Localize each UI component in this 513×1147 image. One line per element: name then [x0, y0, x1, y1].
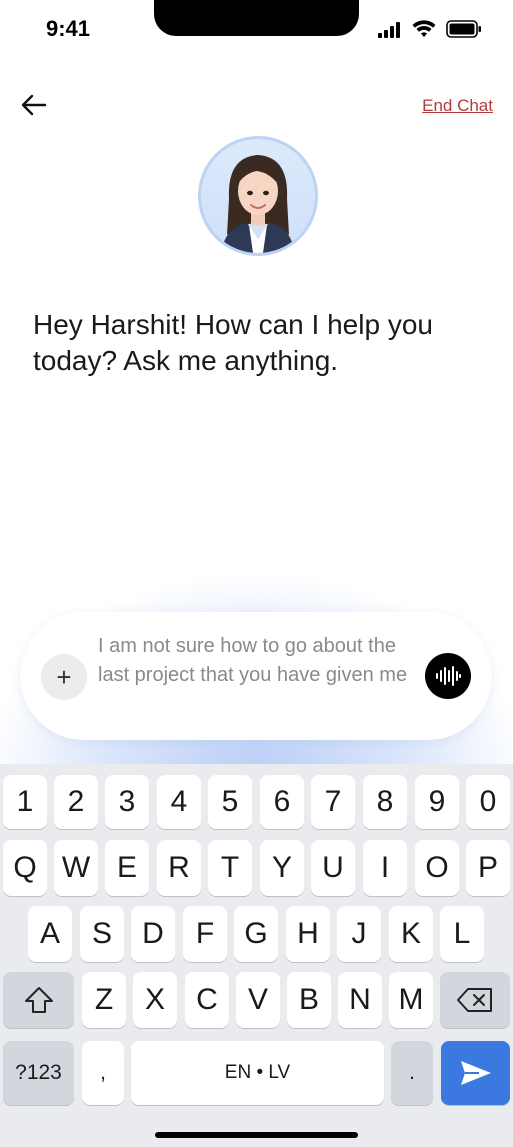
- key-z[interactable]: Z: [82, 972, 126, 1028]
- key-y[interactable]: Y: [260, 840, 304, 896]
- key-b[interactable]: B: [287, 972, 331, 1028]
- key-g[interactable]: G: [234, 906, 278, 962]
- key-q[interactable]: Q: [3, 840, 47, 896]
- key-t[interactable]: T: [208, 840, 252, 896]
- key-m[interactable]: M: [389, 972, 433, 1028]
- back-arrow-icon[interactable]: [20, 92, 48, 118]
- assistant-avatar: [198, 136, 318, 256]
- key-l[interactable]: L: [440, 906, 484, 962]
- key-8[interactable]: 8: [363, 775, 407, 829]
- key-2[interactable]: 2: [54, 775, 98, 829]
- status-bar: 9:41: [0, 0, 513, 60]
- keyboard: 1 2 3 4 5 6 7 8 9 0 Q W E R T Y U I O P …: [0, 764, 513, 1147]
- key-3[interactable]: 3: [105, 775, 149, 829]
- status-time: 9:41: [46, 16, 91, 41]
- shift-icon: [24, 987, 53, 1013]
- key-r[interactable]: R: [157, 840, 201, 896]
- battery-icon: [446, 20, 481, 38]
- comma-key[interactable]: ,: [82, 1041, 124, 1105]
- waveform-icon: [436, 666, 461, 686]
- key-o[interactable]: O: [415, 840, 459, 896]
- key-a[interactable]: A: [28, 906, 72, 962]
- key-4[interactable]: 4: [157, 775, 201, 829]
- key-0[interactable]: 0: [466, 775, 510, 829]
- notch: [154, 0, 359, 36]
- message-input[interactable]: I am not sure how to go about the last p…: [98, 632, 408, 690]
- plus-icon: +: [56, 661, 72, 692]
- add-attachment-button[interactable]: +: [41, 654, 87, 700]
- key-w[interactable]: W: [54, 840, 98, 896]
- home-indicator: [155, 1132, 358, 1138]
- key-c[interactable]: C: [185, 972, 229, 1028]
- key-n[interactable]: N: [338, 972, 382, 1028]
- avatar-illustration: [221, 155, 295, 253]
- backspace-icon: [457, 988, 492, 1012]
- send-icon: [460, 1061, 491, 1085]
- key-u[interactable]: U: [311, 840, 355, 896]
- space-key[interactable]: EN • LV: [131, 1041, 384, 1105]
- key-6[interactable]: 6: [260, 775, 304, 829]
- cellular-signal-icon: [378, 22, 400, 38]
- key-k[interactable]: K: [389, 906, 433, 962]
- symbols-key[interactable]: ?123: [3, 1041, 74, 1105]
- wifi-icon: [412, 20, 436, 37]
- end-chat-button[interactable]: End Chat: [422, 96, 493, 116]
- key-s[interactable]: S: [80, 906, 124, 962]
- send-key[interactable]: [441, 1041, 510, 1105]
- voice-input-button[interactable]: [425, 653, 471, 699]
- key-h[interactable]: H: [286, 906, 330, 962]
- period-key[interactable]: .: [391, 1041, 433, 1105]
- message-composer[interactable]: + I am not sure how to go about the last…: [20, 612, 492, 740]
- key-e[interactable]: E: [105, 840, 149, 896]
- assistant-greeting: Hey Harshit! How can I help you today? A…: [33, 309, 433, 376]
- key-v[interactable]: V: [236, 972, 280, 1028]
- key-7[interactable]: 7: [311, 775, 355, 829]
- key-1[interactable]: 1: [3, 775, 47, 829]
- key-i[interactable]: I: [363, 840, 407, 896]
- key-x[interactable]: X: [133, 972, 177, 1028]
- key-9[interactable]: 9: [415, 775, 459, 829]
- key-j[interactable]: J: [337, 906, 381, 962]
- backspace-key[interactable]: [440, 972, 510, 1028]
- key-d[interactable]: D: [131, 906, 175, 962]
- shift-key[interactable]: [3, 972, 74, 1028]
- key-p[interactable]: P: [466, 840, 510, 896]
- key-5[interactable]: 5: [208, 775, 252, 829]
- key-f[interactable]: F: [183, 906, 227, 962]
